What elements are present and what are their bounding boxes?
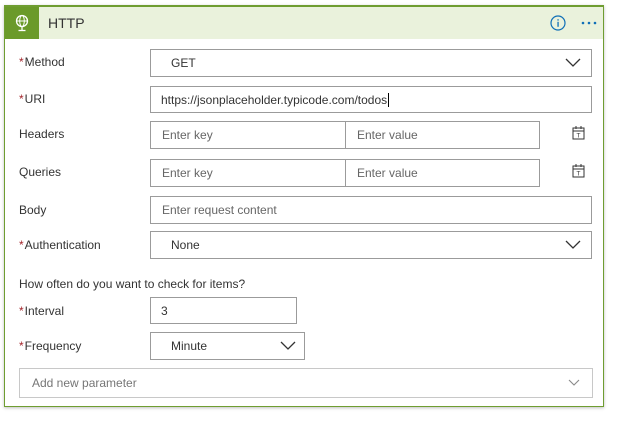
globe-icon — [15, 14, 29, 32]
interval-value: 3 — [161, 303, 168, 318]
frequency-label: *Frequency — [19, 339, 81, 353]
headers-key-input[interactable]: Enter key — [150, 121, 346, 149]
required-marker: * — [19, 304, 24, 318]
chevron-down-icon — [280, 341, 296, 350]
required-marker: * — [19, 238, 24, 252]
method-value: GET — [171, 56, 196, 70]
authentication-label-text: Authentication — [24, 238, 101, 252]
method-label: *Method — [19, 55, 65, 69]
queries-key-placeholder: Enter key — [162, 166, 213, 180]
queries-label: Queries — [19, 165, 62, 179]
body-label: Body — [19, 203, 47, 217]
queries-value-placeholder: Enter value — [357, 166, 418, 180]
body-placeholder: Enter request content — [162, 203, 277, 217]
required-marker: * — [19, 55, 24, 69]
uri-value: https://jsonplaceholder.typicode.com/tod… — [161, 92, 388, 107]
card-title: HTTP — [48, 15, 85, 31]
chevron-down-icon — [565, 240, 581, 249]
headers-value-placeholder: Enter value — [357, 128, 418, 142]
svg-text:T: T — [576, 133, 581, 140]
method-dropdown[interactable]: GET — [150, 49, 592, 77]
more-options-icon[interactable] — [579, 14, 599, 30]
info-icon[interactable] — [550, 15, 566, 31]
card-header[interactable]: HTTP — [5, 7, 603, 39]
queries-value-input[interactable]: Enter value — [345, 159, 540, 187]
queries-key-input[interactable]: Enter key — [150, 159, 346, 187]
chevron-down-icon — [565, 58, 581, 67]
recurrence-question: How often do you want to check for items… — [19, 277, 246, 291]
add-new-parameter-placeholder: Add new parameter — [32, 376, 137, 390]
authentication-dropdown[interactable]: None — [150, 231, 592, 259]
frequency-label-text: Frequency — [24, 339, 82, 353]
headers-key-placeholder: Enter key — [162, 128, 213, 142]
authentication-value: None — [171, 238, 200, 252]
add-new-parameter-dropdown[interactable]: Add new parameter — [19, 368, 593, 398]
uri-label-text: URI — [24, 92, 46, 106]
interval-input[interactable]: 3 — [150, 297, 297, 324]
authentication-label: *Authentication — [19, 238, 101, 252]
interval-label: *Interval — [19, 304, 64, 318]
action-icon-box — [5, 7, 39, 39]
chevron-down-icon — [568, 379, 580, 386]
required-marker: * — [19, 339, 24, 353]
uri-label: *URI — [19, 92, 45, 106]
required-marker: * — [19, 92, 24, 106]
headers-label: Headers — [19, 127, 65, 141]
switch-to-text-mode-icon[interactable]: T — [571, 125, 587, 141]
body-input[interactable]: Enter request content — [150, 196, 592, 224]
frequency-dropdown[interactable]: Minute — [150, 332, 305, 360]
svg-text:T: T — [576, 171, 581, 178]
text-cursor — [388, 92, 390, 107]
headers-value-input[interactable]: Enter value — [345, 121, 540, 149]
frequency-value: Minute — [171, 339, 208, 353]
interval-label-text: Interval — [24, 304, 65, 318]
uri-input[interactable]: https://jsonplaceholder.typicode.com/tod… — [150, 86, 592, 113]
switch-to-text-mode-icon[interactable]: T — [571, 163, 587, 179]
method-label-text: Method — [24, 55, 65, 69]
http-action-card: HTTP *Method GET *URI https://jsonplaceh… — [4, 5, 604, 407]
